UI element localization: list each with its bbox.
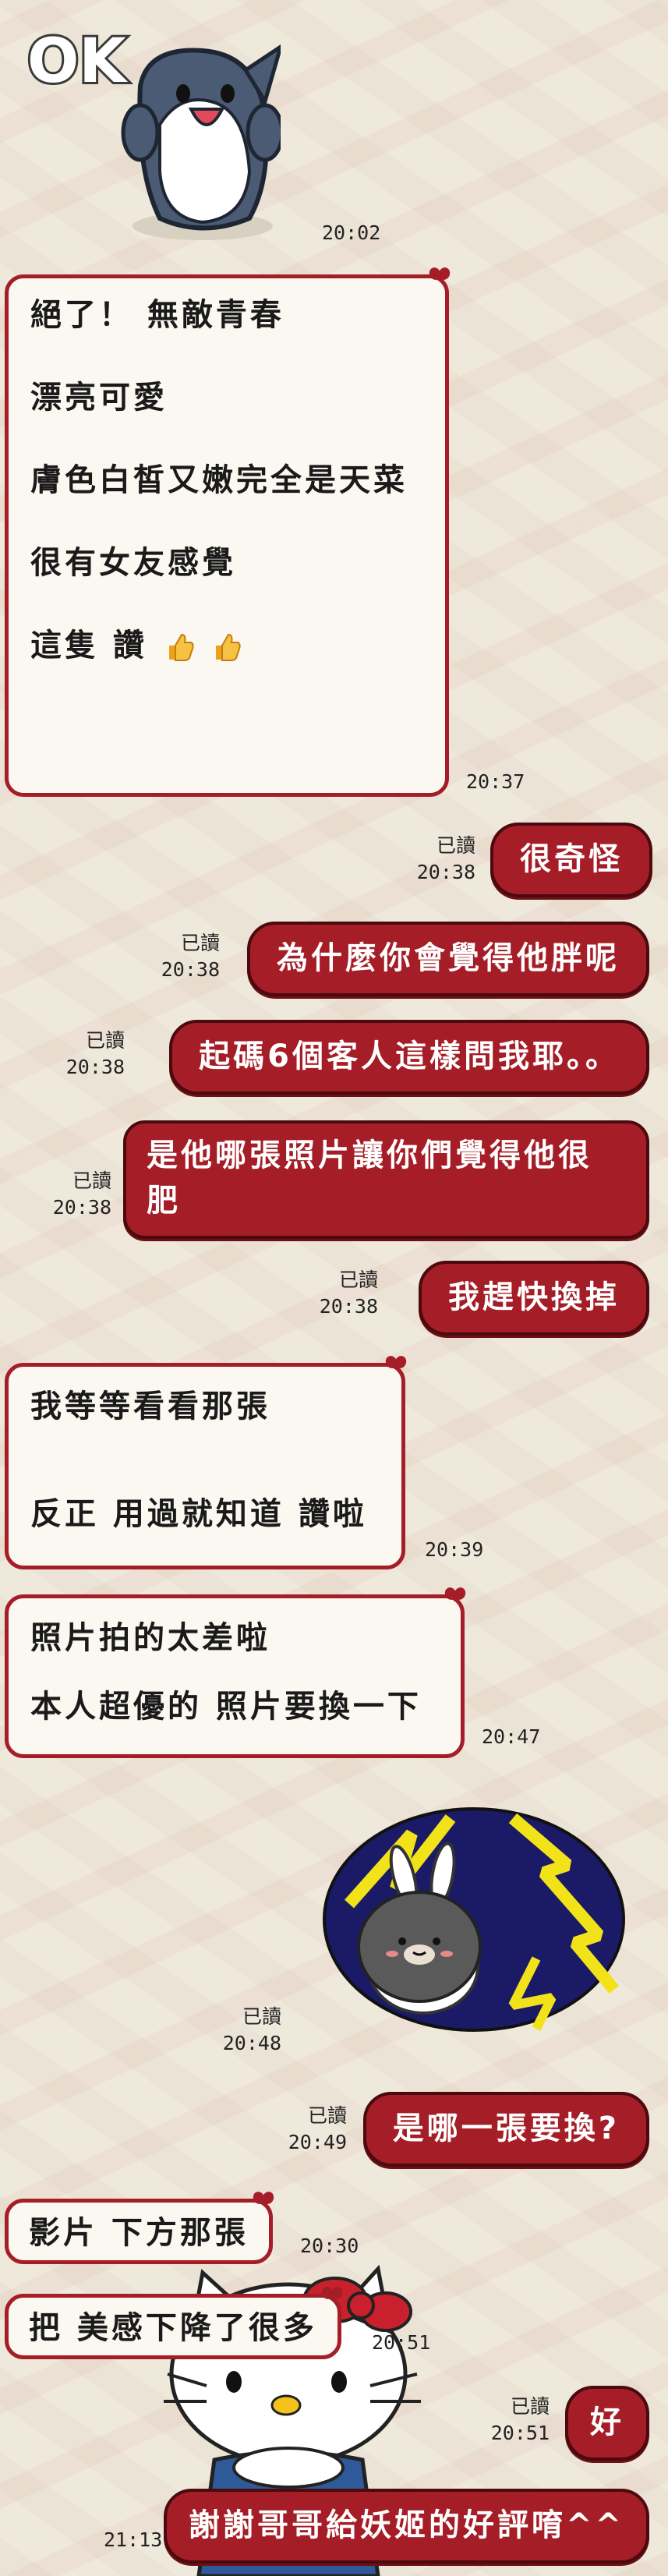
- message-text: 肥: [147, 1183, 181, 1219]
- incoming-message-bubble[interactable]: 照片拍的太差啦 本人超優的 照片要換一下: [5, 1594, 465, 1758]
- read-receipt: 已讀 20:38: [319, 1269, 378, 1318]
- read-receipt: 已讀 20:38: [65, 1029, 125, 1078]
- ok-sticker-text: OK: [27, 27, 128, 97]
- read-receipt: 已讀 20:48: [222, 2005, 281, 2054]
- bow-decoration: [386, 1356, 406, 1370]
- read-receipt: 已讀 20:49: [288, 2104, 347, 2153]
- message-text: 這隻 讚: [30, 628, 147, 663]
- message-text: 我趕快換掉: [448, 1279, 620, 1315]
- brown-bear-lightning-sticker-icon: [323, 1807, 625, 2032]
- outgoing-message-bubble[interactable]: 我趕快換掉: [419, 1261, 649, 1336]
- thumbs-up-icon: [168, 633, 194, 661]
- message-text: 反正 用過就知道 讚啦: [30, 1496, 367, 1532]
- message-text: 為什麼你會覺得他胖呢: [277, 940, 620, 976]
- timestamp: 20:02: [322, 221, 381, 244]
- read-receipt: 已讀 20:38: [161, 932, 220, 981]
- outgoing-message-bubble[interactable]: 起碼6個客人這樣問我耶。。: [169, 1020, 649, 1095]
- timestamp: 20:39: [425, 1538, 484, 1561]
- message-text: 膚色白皙又嫩完全是天菜: [30, 462, 408, 498]
- message-text: 我等等看看那張: [30, 1389, 270, 1424]
- outgoing-message-bubble[interactable]: 是哪一張要換?: [362, 2092, 649, 2167]
- message-text: 起碼6個客人這樣問我耶。。: [199, 1039, 620, 1074]
- thumbs-up-icon: [215, 633, 241, 661]
- message-text: 把 美感下降了很多: [29, 2310, 317, 2346]
- outgoing-message-bubble[interactable]: 謝謝哥哥給妖姬的好評唷^^: [163, 2489, 649, 2564]
- incoming-message-bubble[interactable]: 影片 下方那張: [5, 2199, 273, 2264]
- message-text: 影片 下方那張: [29, 2215, 249, 2251]
- bow-decoration: [429, 267, 450, 281]
- outgoing-message-bubble[interactable]: 為什麼你會覺得他胖呢: [247, 922, 649, 996]
- bow-decoration: [445, 1587, 465, 1601]
- timestamp: 20:51: [372, 2331, 431, 2354]
- timestamp: 21:13: [104, 2528, 163, 2551]
- message-line-with-icons: 這隻 讚: [30, 623, 423, 668]
- read-receipt: 已讀 20:51: [490, 2395, 550, 2444]
- timestamp: 20:37: [466, 770, 525, 793]
- timestamp: 20:47: [482, 1725, 541, 1748]
- timestamp: 20:30: [300, 2235, 359, 2257]
- message-text: 本人超優的 照片要換一下: [30, 1689, 422, 1725]
- message-text: 絕了！ 無敵青春: [30, 297, 285, 333]
- shark-sticker-icon: OK: [25, 24, 285, 240]
- incoming-message-bubble[interactable]: 我等等看看那張 反正 用過就知道 讚啦: [5, 1363, 405, 1569]
- message-text: 是哪一張要換?: [392, 2111, 620, 2146]
- message-text: 好: [590, 2404, 624, 2440]
- bow-decoration: [322, 2287, 342, 2301]
- outgoing-message-bubble[interactable]: 好: [565, 2386, 649, 2461]
- brown-bear-sticker[interactable]: [318, 1803, 626, 2033]
- incoming-message-bubble[interactable]: 絕了！ 無敵青春 漂亮可愛 膚色白皙又嫩完全是天菜 很有女友感覺 這隻 讚: [5, 274, 449, 797]
- bow-decoration: [253, 2192, 274, 2206]
- message-text: 很有女友感覺: [30, 545, 236, 581]
- message-text: 很奇怪: [520, 841, 623, 877]
- outgoing-message-bubble[interactable]: 很奇怪: [490, 823, 652, 897]
- read-receipt: 已讀 20:38: [52, 1169, 111, 1219]
- incoming-message-bubble[interactable]: 把 美感下降了很多: [5, 2294, 341, 2359]
- outgoing-message-bubble[interactable]: 是他哪張照片讓你們覺得他很 肥: [123, 1120, 649, 1239]
- message-text: 謝謝哥哥給妖姬的好評唷^^: [188, 2507, 624, 2543]
- ok-sticker[interactable]: OK: [23, 16, 285, 249]
- message-text: 漂亮可愛: [30, 380, 168, 416]
- read-receipt: 已讀 20:38: [416, 834, 475, 883]
- message-text: 照片拍的太差啦: [30, 1620, 270, 1656]
- message-text: 是他哪張照片讓你們覺得他很: [147, 1138, 592, 1173]
